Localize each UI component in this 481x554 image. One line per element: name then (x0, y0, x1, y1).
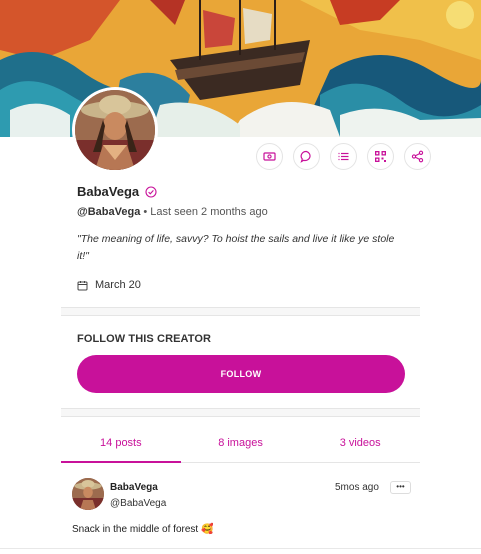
tab-posts[interactable]: 14 posts (61, 424, 181, 463)
name-row: BabaVega (77, 184, 417, 199)
qr-button[interactable] (367, 143, 394, 170)
post-author-name[interactable]: BabaVega (110, 482, 158, 493)
lists-button[interactable] (330, 143, 357, 170)
verified-badge-icon (145, 185, 157, 198)
profile-handle: @BabaVega (77, 206, 141, 218)
section-divider (61, 408, 420, 417)
follow-button[interactable]: FOLLOW (77, 355, 405, 393)
profile-bio: "The meaning of life, savvy? To hoist th… (77, 233, 395, 262)
profile-actions (256, 143, 431, 170)
share-icon (411, 150, 424, 163)
cover-image (0, 0, 481, 137)
tab-videos[interactable]: 3 videos (300, 424, 420, 462)
display-name: BabaVega (77, 184, 140, 199)
post-timestamp[interactable]: 5mos ago (335, 482, 379, 493)
bottom-divider (0, 548, 481, 549)
message-button[interactable] (293, 143, 320, 170)
profile-info: BabaVega @BabaVega • Last seen 2 months … (77, 184, 417, 291)
money-icon (263, 152, 276, 161)
handle-row: @BabaVega • Last seen 2 months ago (77, 206, 417, 218)
content-tabs: 14 posts 8 images 3 videos (61, 424, 420, 463)
chat-icon (300, 150, 311, 163)
joined-date: March 20 (77, 279, 417, 291)
calendar-icon (77, 280, 88, 290)
section-divider (61, 307, 420, 316)
last-seen: Last seen 2 months ago (150, 206, 268, 218)
follow-section-title: FOLLOW THIS CREATOR (77, 333, 212, 345)
tip-button[interactable] (256, 143, 283, 170)
tab-images[interactable]: 8 images (181, 424, 301, 462)
post-author-avatar[interactable] (72, 478, 104, 510)
post-text: Snack in the middle of forest 🥰 (72, 524, 214, 535)
qr-code-icon (375, 151, 386, 162)
joined-date-text: March 20 (95, 279, 141, 291)
post-author-handle[interactable]: @BabaVega (110, 498, 166, 509)
post-more-button[interactable]: ••• (390, 481, 411, 494)
list-icon (338, 152, 349, 161)
profile-avatar[interactable] (72, 87, 158, 173)
share-button[interactable] (404, 143, 431, 170)
